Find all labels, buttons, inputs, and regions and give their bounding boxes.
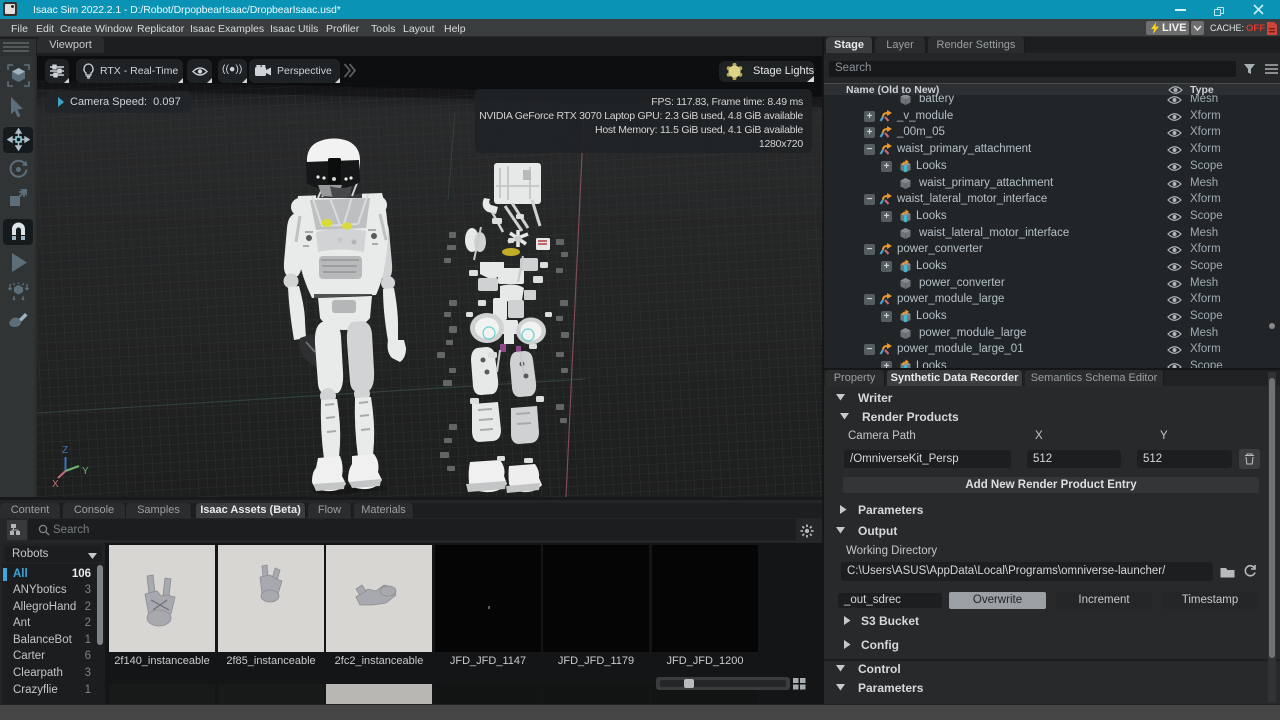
svg-text:Y: Y — [82, 466, 89, 477]
svg-text:Z: Z — [62, 445, 68, 456]
svg-text:X: X — [52, 479, 59, 490]
